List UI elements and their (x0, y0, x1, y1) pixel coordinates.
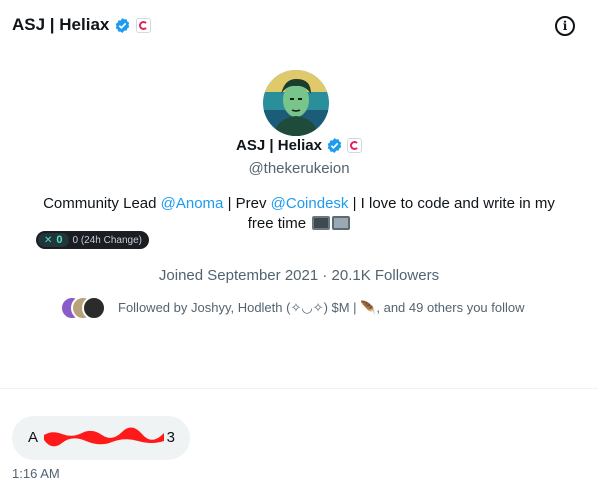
token-pill: ✕ 0 (38, 233, 69, 247)
mention-link-coindesk[interactable]: @Coindesk (271, 195, 349, 212)
message-timestamp: 1:16 AM (12, 466, 60, 481)
fax-emoji-icon (332, 216, 351, 230)
verified-badge-icon (116, 17, 130, 33)
divider (0, 388, 598, 389)
pager-emoji-icon (312, 216, 331, 230)
profile-name-row: ASJ | Heliax (0, 137, 598, 154)
profile-bio: Community Lead @Anoma | Prev @Coindesk |… (30, 194, 568, 234)
joined-followers: Joined September 2021 · 20.1K Followers (158, 267, 440, 284)
message-text-start: A (28, 429, 39, 446)
header-title[interactable]: ASJ | Heliax (12, 15, 152, 35)
affiliation-badge-icon (346, 138, 362, 153)
token-value: 0 (56, 234, 63, 246)
mention-link-anoma[interactable]: @Anoma (161, 195, 224, 212)
token-x-icon: ✕ (44, 234, 53, 246)
header-name: ASJ | Heliax (12, 15, 110, 34)
affiliation-badge-icon (136, 17, 152, 33)
followed-by-text: Followed by Joshyy, Hodleth (✧◡✧) $M | 🪶… (118, 300, 525, 315)
followed-by[interactable]: Followed by Joshyy, Hodleth (✧◡✧) $M | 🪶… (60, 296, 525, 320)
profile-name: ASJ | Heliax (236, 137, 322, 154)
token-change: 0 (24h Change) (72, 234, 143, 246)
follower-avatars (60, 296, 106, 320)
conversation-header: ASJ | Heliax i (0, 0, 598, 53)
message-text-end: 3 (166, 429, 175, 446)
verified-badge-icon (327, 138, 342, 153)
profile-handle: @thekerukeion (248, 160, 350, 177)
avatar-image (263, 70, 329, 136)
info-icon[interactable]: i (555, 16, 575, 36)
avatar (82, 296, 106, 320)
avatar[interactable] (263, 70, 329, 136)
message-bubble[interactable]: A 3 (12, 416, 190, 460)
bio-text: Community Lead (43, 195, 161, 212)
bio-text: | Prev (223, 195, 271, 212)
token-widget[interactable]: ✕ 0 0 (24h Change) (36, 231, 150, 249)
redaction-mark (44, 427, 164, 447)
